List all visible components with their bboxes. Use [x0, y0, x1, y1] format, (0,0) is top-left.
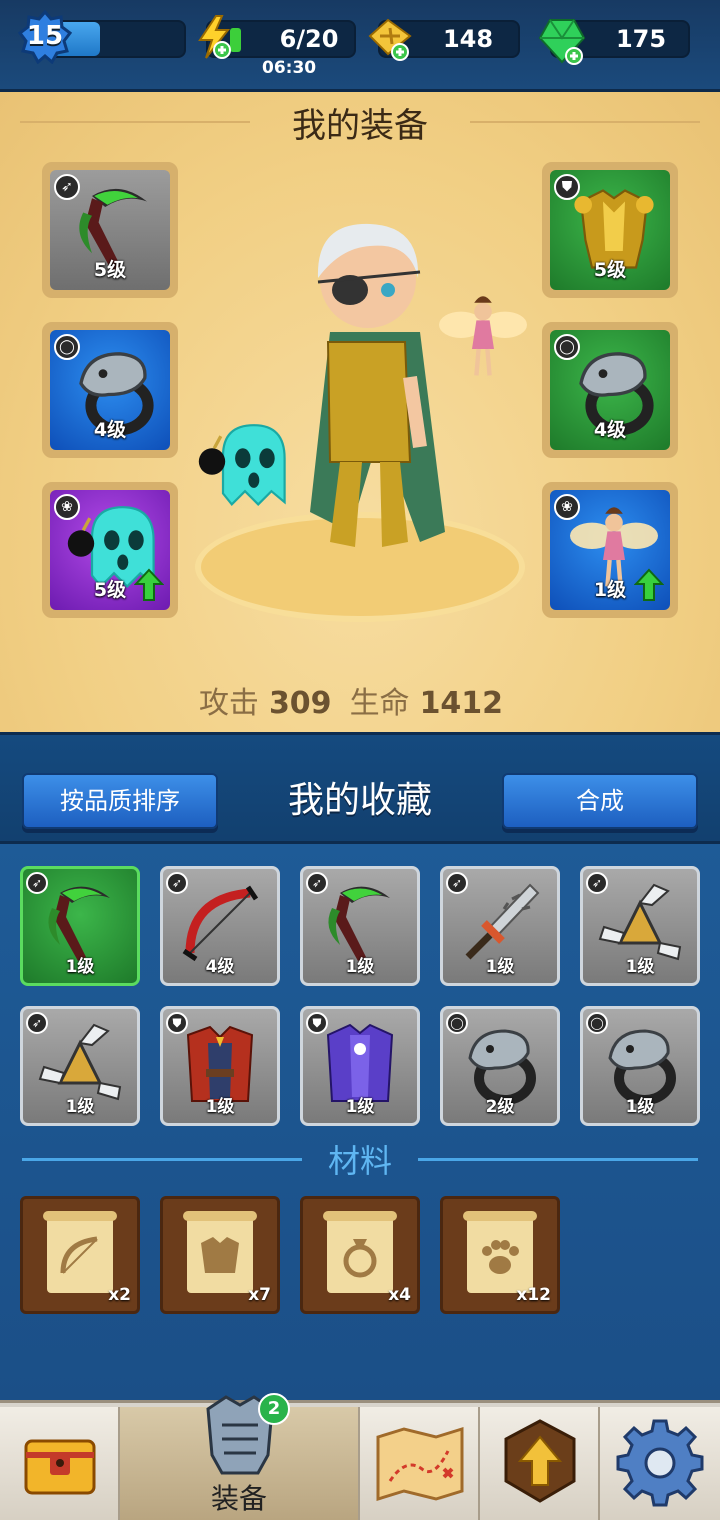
item-level: 2级: [485, 1097, 515, 1117]
ticket-icon: [368, 18, 412, 61]
collection-item[interactable]: ➶ 1级: [20, 1006, 140, 1126]
energy-bolt-icon: [198, 15, 231, 59]
item-level: 1级: [625, 957, 655, 977]
bottom-navigation: 2 装备: [0, 1393, 720, 1520]
hp-label: 生命: [349, 686, 410, 721]
item-level: 1级: [485, 957, 515, 977]
material-quantity: x7: [248, 1285, 271, 1305]
fairy-pet: [428, 258, 538, 418]
ring-slot-left-level: 4级: [93, 419, 127, 441]
weapon-slot-level: 5级: [93, 259, 127, 281]
collection-item[interactable]: ➶ 1级: [300, 866, 420, 986]
collection-item[interactable]: ◯ 2级: [440, 1006, 560, 1126]
settings-gear-icon: [616, 1419, 704, 1507]
armor-slot[interactable]: ⛊ 5级: [542, 162, 678, 298]
material-item[interactable]: x12: [440, 1196, 560, 1314]
ring-slot-left[interactable]: ◯ 4级: [42, 322, 178, 458]
equipment-title: 我的装备: [292, 106, 428, 146]
materials-divider-right: [418, 1158, 698, 1161]
collection-grid: ➶ 1级 ➶ 4级 ➶ 1级 ➶ 1级 ➶ 1级 ➶ 1级 ⛊ 1级 ⛊ 1级 …: [0, 844, 720, 1400]
item-level: 1级: [65, 1097, 95, 1117]
hero-stats: 攻击 309 生命 1412: [0, 678, 720, 722]
material-quantity: x4: [388, 1285, 411, 1305]
title-divider-right: [470, 121, 700, 123]
collection-item[interactable]: ➶ 1级: [440, 866, 560, 986]
equipment-notification-badge: 2: [258, 1393, 290, 1425]
collection-header: 按品质排序 我的收藏 合成: [0, 732, 720, 844]
map-icon: [376, 1426, 464, 1502]
merge-button[interactable]: 合成: [502, 773, 698, 829]
hp-value: 1412: [419, 686, 504, 721]
equipment-panel: 我的装备 ➶ 5级 ⛊ 5级 ◯ 4级 ◯ 4级 ❀ 5级 ❀ 1级 攻击 30…: [0, 92, 720, 732]
material-quantity: x12: [516, 1285, 551, 1305]
item-level: 1级: [345, 957, 375, 977]
upgrade-arrow-icon: [134, 568, 164, 601]
nav-equipment-label: 装备: [210, 1482, 267, 1515]
energy-timer: 06:30: [262, 58, 317, 78]
armor-slot-level: 5级: [593, 259, 627, 281]
weapon-slot[interactable]: ➶ 5级: [42, 162, 178, 298]
collection-item[interactable]: ➶ 1级: [20, 866, 140, 986]
nav-map[interactable]: [360, 1407, 480, 1520]
ghost-pet: [190, 412, 300, 522]
item-level: 1级: [205, 1097, 235, 1117]
ring-slot-right-level: 4级: [593, 419, 627, 441]
top-resource-bar: 15 6/20 06:30 148 175: [0, 0, 720, 92]
gem-value: 175: [615, 25, 667, 53]
upgrade-arrow-icon: [634, 568, 664, 601]
sort-by-quality-button[interactable]: 按品质排序: [22, 773, 218, 829]
player-level: 15: [26, 21, 64, 51]
collection-title: 我的收藏: [287, 780, 432, 821]
collection-item[interactable]: ◯ 1级: [580, 1006, 700, 1126]
material-item[interactable]: x7: [160, 1196, 280, 1314]
collection-item[interactable]: ⛊ 1级: [160, 1006, 280, 1126]
gem-icon: [538, 19, 586, 65]
item-level: 1级: [345, 1097, 375, 1117]
chest-icon: [24, 1439, 96, 1495]
attack-label: 攻击: [198, 686, 259, 721]
collection-item[interactable]: ➶ 1级: [580, 866, 700, 986]
materials-title: 材料: [327, 1142, 392, 1180]
nav-upgrade[interactable]: [480, 1407, 600, 1520]
pet-slot-right[interactable]: ❀ 1级: [542, 482, 678, 618]
ticket-value: 148: [442, 25, 494, 53]
energy-value: 6/20: [279, 25, 339, 53]
nav-shop-chest[interactable]: [0, 1407, 120, 1520]
item-level: 1级: [625, 1097, 655, 1117]
nav-equipment[interactable]: 2 装备: [120, 1393, 360, 1520]
pet-slot-left[interactable]: ❀ 5级: [42, 482, 178, 618]
nav-settings[interactable]: [600, 1407, 720, 1520]
collection-item[interactable]: ⛊ 1级: [300, 1006, 420, 1126]
item-level: 1级: [65, 957, 95, 977]
materials-divider-left: [22, 1158, 302, 1161]
title-divider-left: [20, 121, 250, 123]
item-level: 4级: [205, 957, 235, 977]
collection-item[interactable]: ➶ 4级: [160, 866, 280, 986]
attack-value: 309: [268, 686, 332, 721]
material-item[interactable]: x4: [300, 1196, 420, 1314]
material-item[interactable]: x2: [20, 1196, 140, 1314]
ring-slot-right[interactable]: ◯ 4级: [542, 322, 678, 458]
material-quantity: x2: [108, 1285, 131, 1305]
upgrade-arrow-icon: [504, 1419, 576, 1503]
